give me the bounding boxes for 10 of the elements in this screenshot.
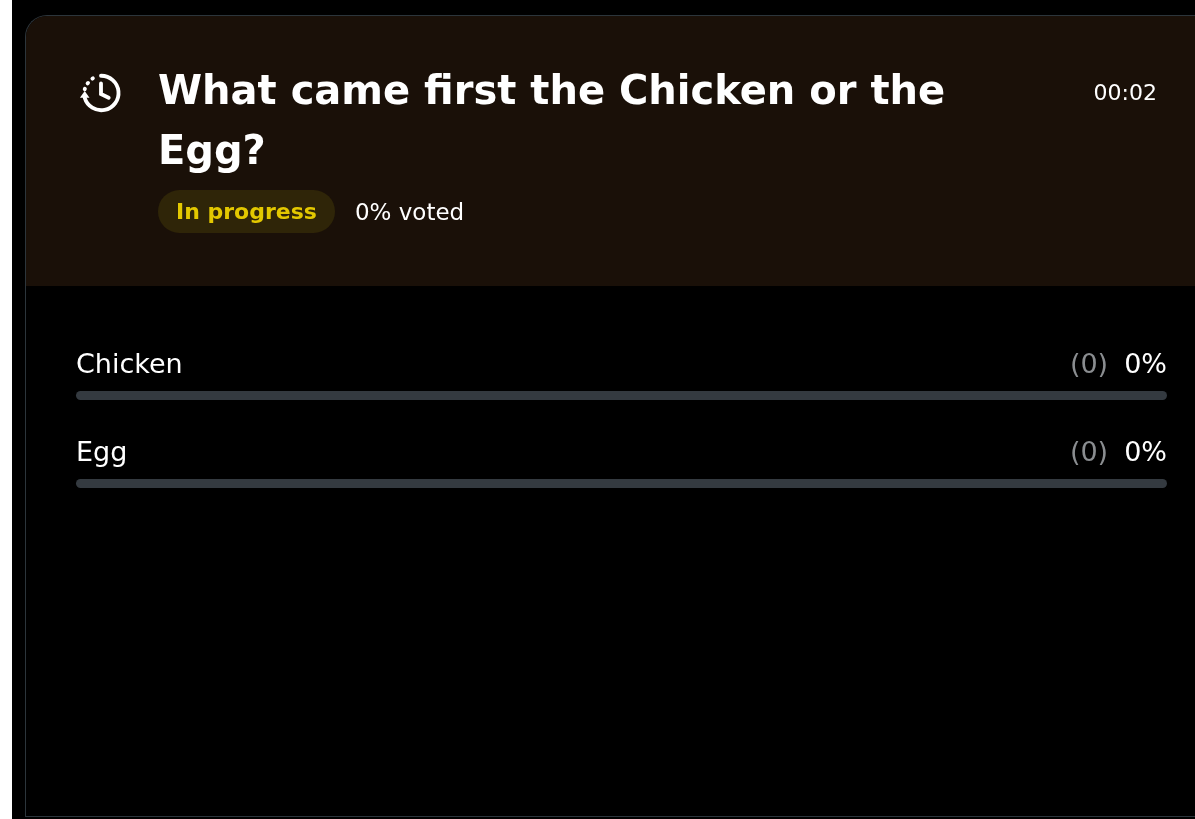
poll-question: What came first the Chicken or the Egg? bbox=[158, 66, 947, 175]
vote-count: (0) bbox=[1069, 436, 1109, 467]
status-badge: In progress bbox=[158, 190, 335, 233]
voted-percentage: 0% voted bbox=[354, 198, 465, 225]
option-label: Egg bbox=[76, 436, 129, 467]
vote-count: (0) bbox=[1069, 348, 1109, 379]
vote-percentage: 0% bbox=[1124, 436, 1167, 467]
vote-percentage: 0% bbox=[1124, 348, 1167, 379]
timer: 00:02 bbox=[1093, 80, 1157, 107]
option-label: Chicken bbox=[76, 348, 184, 379]
